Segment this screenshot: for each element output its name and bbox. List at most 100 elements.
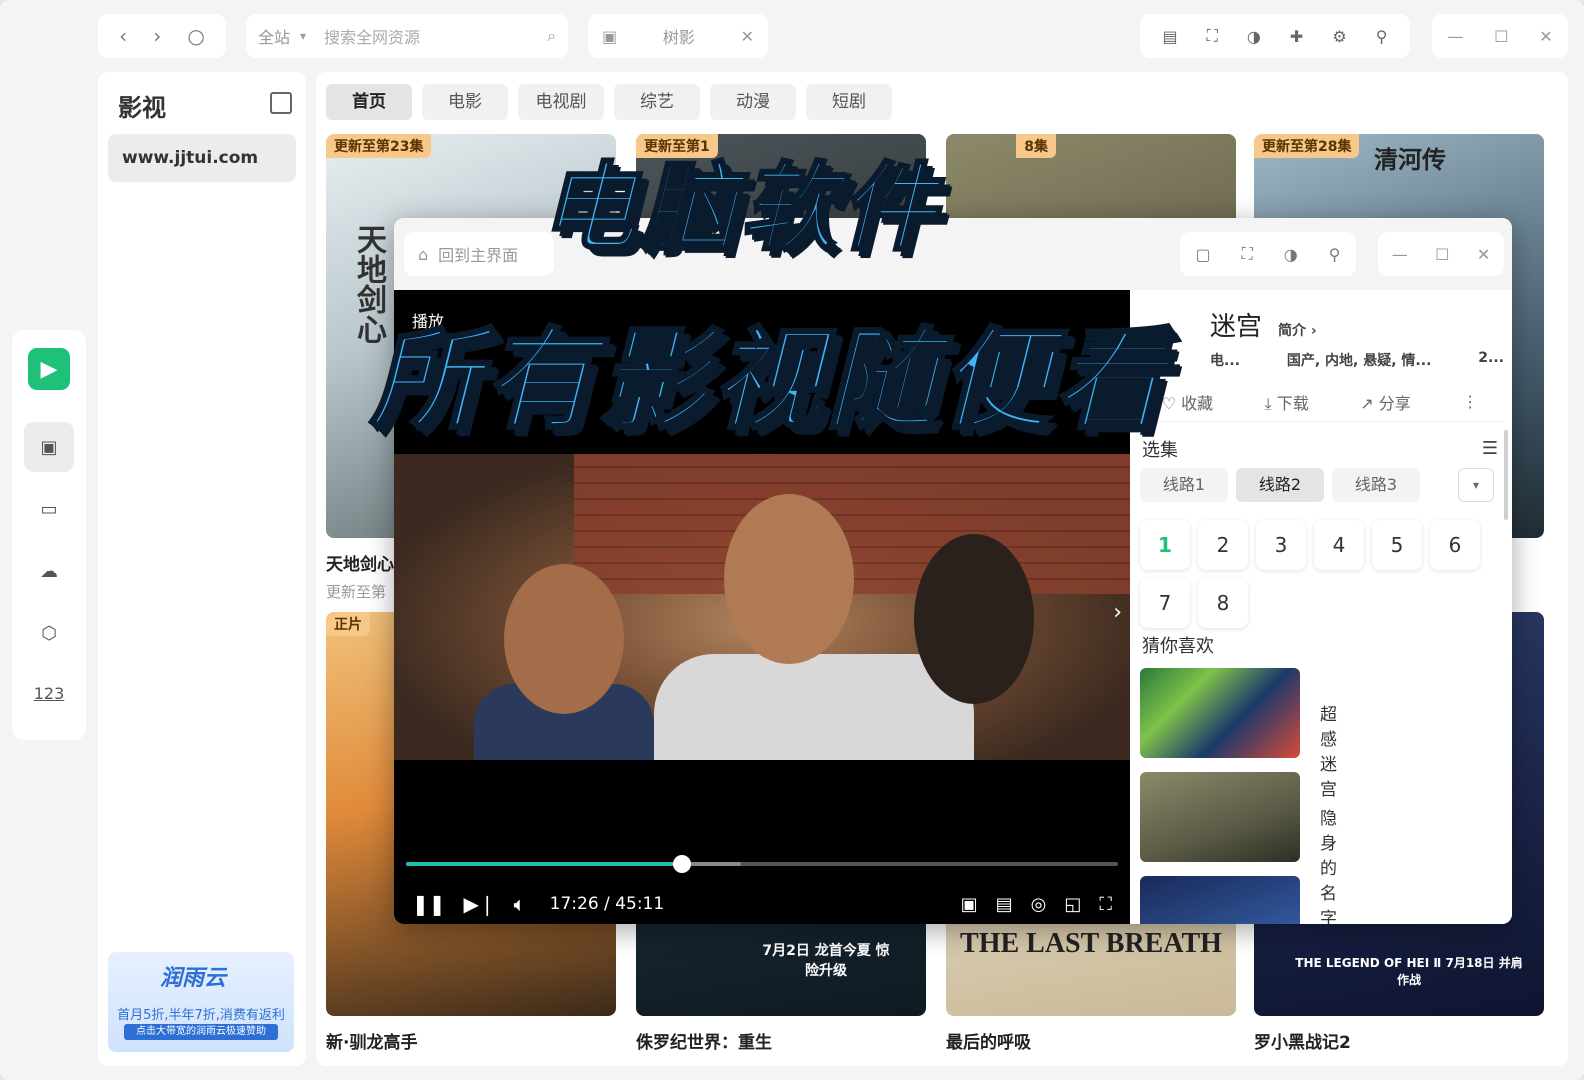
box-scan-icon[interactable]: ⬡: [24, 608, 74, 658]
tab-anime[interactable]: 动漫: [710, 84, 796, 120]
episode-button[interactable]: 6: [1430, 520, 1480, 570]
pause-icon[interactable]: ❚❚: [412, 892, 446, 916]
home-label: 回到主界面: [438, 246, 519, 265]
update-badge: 更新至第1: [636, 134, 718, 158]
line-tab[interactable]: 线路1: [1140, 468, 1228, 502]
app-window: ‹ › ○ 全站 ▾ 搜索全网资源 ⌕ ▣ 树影 ✕ ▤ ⛶ ◑ ✚ ⚙ ⚲ —…: [0, 0, 1584, 1080]
video-player[interactable]: 播放 › ❚❚ ▶❘ 🔈︎ 17:26 / 45:11 ▣ ▤ ◎ ◱ ⛶: [394, 290, 1130, 924]
danmaku-settings-icon[interactable]: ▤: [996, 894, 1013, 915]
update-badge: 更新至第28集: [1254, 134, 1360, 158]
scan-icon[interactable]: ⛶: [1207, 26, 1218, 46]
maximize-icon[interactable]: ☐: [1435, 245, 1449, 264]
tab-home[interactable]: 首页: [326, 84, 412, 120]
frame-figure: [724, 494, 854, 664]
gift-icon[interactable]: ▤: [1163, 27, 1178, 46]
extension-icon[interactable]: ✚: [1290, 27, 1303, 46]
thumbnail[interactable]: [1140, 876, 1300, 924]
chevron-down-icon[interactable]: ▾: [1458, 468, 1494, 502]
search-scope[interactable]: 全站: [258, 24, 290, 48]
screen-icon[interactable]: ▢: [1195, 245, 1210, 264]
meta-item: 电...: [1210, 353, 1240, 369]
intro-link[interactable]: 简介 ›: [1278, 320, 1317, 340]
line-tab[interactable]: 线路2: [1236, 468, 1324, 502]
maximize-icon[interactable]: ☐: [1494, 27, 1508, 46]
close-icon[interactable]: ✕: [1539, 27, 1552, 46]
episode-button[interactable]: 8: [1198, 578, 1248, 628]
tab-tv[interactable]: 电视剧: [518, 84, 604, 120]
recommend-name[interactable]: 隐身的名字: [1320, 804, 1337, 924]
ad-cta[interactable]: 点击大带宽的润雨云极速赞助: [124, 1024, 278, 1040]
tab-short[interactable]: 短剧: [806, 84, 892, 120]
sort-icon[interactable]: ☰: [1482, 438, 1498, 459]
browser-tab[interactable]: ▣ 树影 ✕: [588, 14, 768, 58]
home-button[interactable]: ⌂ 回到主界面: [404, 232, 554, 276]
progress-handle[interactable]: [672, 855, 691, 873]
update-badge: 正片: [326, 612, 370, 636]
ad-banner[interactable]: 润雨云 首月5折,半年7折,消费有返利 点击大带宽的润雨云极速赞助: [108, 952, 294, 1052]
scan-icon[interactable]: ⛶: [1242, 244, 1253, 264]
minimize-icon[interactable]: —: [1447, 27, 1463, 46]
search-icon[interactable]: ⌕: [547, 26, 556, 46]
panel-toggle-icon[interactable]: [270, 92, 292, 114]
favorite-button[interactable]: ♡ 收藏: [1162, 390, 1213, 414]
nav-controls: ‹ › ○: [98, 14, 226, 58]
recommend-name[interactable]: 超感迷宫: [1320, 700, 1337, 800]
video-frame[interactable]: [394, 454, 1130, 760]
forward-arrow-icon[interactable]: ›: [153, 24, 161, 48]
search-input[interactable]: 搜索全网资源: [324, 24, 547, 48]
back-arrow-icon[interactable]: ‹: [119, 24, 127, 48]
thumbnail[interactable]: [1140, 772, 1300, 862]
fullscreen-icon[interactable]: ⛶: [1099, 894, 1112, 915]
ad-brand: 润雨云: [160, 966, 227, 991]
chevron-right-icon[interactable]: ›: [1113, 600, 1122, 625]
scrollbar[interactable]: [1504, 430, 1508, 520]
monitor-icon[interactable]: ▭: [24, 484, 74, 534]
update-badge: 8集: [1016, 134, 1056, 158]
player-window: ⌂ 回到主界面 ▢ ⛶ ◑ ⚲ — ☐ ✕ 播放 › ❚❚ ▶❘ 🔈︎ 17:2…: [394, 218, 1512, 924]
search-bar[interactable]: 全站 ▾ 搜索全网资源 ⌕: [246, 14, 568, 58]
movie-clapper-icon[interactable]: ▣: [24, 422, 74, 472]
episode-button[interactable]: 1: [1140, 520, 1190, 570]
pin-icon[interactable]: ⚲: [1376, 27, 1388, 46]
site-item[interactable]: www.jjtui.com: [108, 134, 296, 182]
cloud-icon[interactable]: ☁: [24, 546, 74, 596]
download-button[interactable]: ⤓ 下载: [1265, 390, 1309, 414]
line-tab[interactable]: 线路3: [1332, 468, 1420, 502]
episode-grid: 1 2 3 4 5 6 7 8: [1140, 520, 1490, 628]
episode-button[interactable]: 3: [1256, 520, 1306, 570]
picture-in-picture-icon[interactable]: ◱: [1064, 894, 1081, 915]
side-title: 影视: [118, 94, 166, 122]
progress-bar[interactable]: [406, 855, 1118, 873]
minimize-icon[interactable]: —: [1392, 245, 1408, 264]
danmaku-on-icon[interactable]: ▣: [961, 894, 978, 915]
episode-button[interactable]: 5: [1372, 520, 1422, 570]
next-episode-icon[interactable]: ▶❘: [464, 892, 496, 916]
episode-button[interactable]: 2: [1198, 520, 1248, 570]
more-icon[interactable]: ⋮: [1462, 392, 1478, 411]
toolbar-tools: ▤ ⛶ ◑ ✚ ⚙ ⚲: [1140, 14, 1410, 58]
episode-button[interactable]: 7: [1140, 578, 1190, 628]
frame-figure: [914, 534, 1034, 704]
pin-icon[interactable]: ⚲: [1329, 245, 1341, 264]
volume-icon[interactable]: 🔈︎: [514, 892, 526, 916]
close-icon[interactable]: ✕: [1477, 245, 1490, 264]
chevron-down-icon[interactable]: ▾: [300, 29, 306, 43]
close-tab-icon[interactable]: ✕: [741, 27, 754, 46]
card-title[interactable]: 罗小黑战记2: [1254, 1028, 1544, 1053]
settings-icon[interactable]: ◎: [1031, 894, 1047, 915]
card-title[interactable]: 新·驯龙高手: [326, 1028, 616, 1053]
player-tools: ▢ ⛶ ◑ ⚲: [1180, 232, 1356, 276]
episode-button[interactable]: 4: [1314, 520, 1364, 570]
app-logo-icon[interactable]: ▶: [28, 348, 70, 390]
card-title[interactable]: 最后的呼吸: [946, 1028, 1236, 1053]
tab-movie[interactable]: 电影: [422, 84, 508, 120]
card-title[interactable]: 侏罗纪世界：重生: [636, 1028, 926, 1053]
tab-variety[interactable]: 综艺: [614, 84, 700, 120]
number-123-icon[interactable]: 123: [24, 668, 74, 718]
refresh-icon[interactable]: ○: [187, 24, 204, 48]
settings-icon[interactable]: ⚙: [1332, 27, 1346, 46]
share-button[interactable]: ↗ 分享: [1360, 390, 1411, 414]
thumbnail[interactable]: [1140, 668, 1300, 758]
theme-icon[interactable]: ◑: [1284, 245, 1298, 264]
theme-icon[interactable]: ◑: [1247, 27, 1261, 46]
